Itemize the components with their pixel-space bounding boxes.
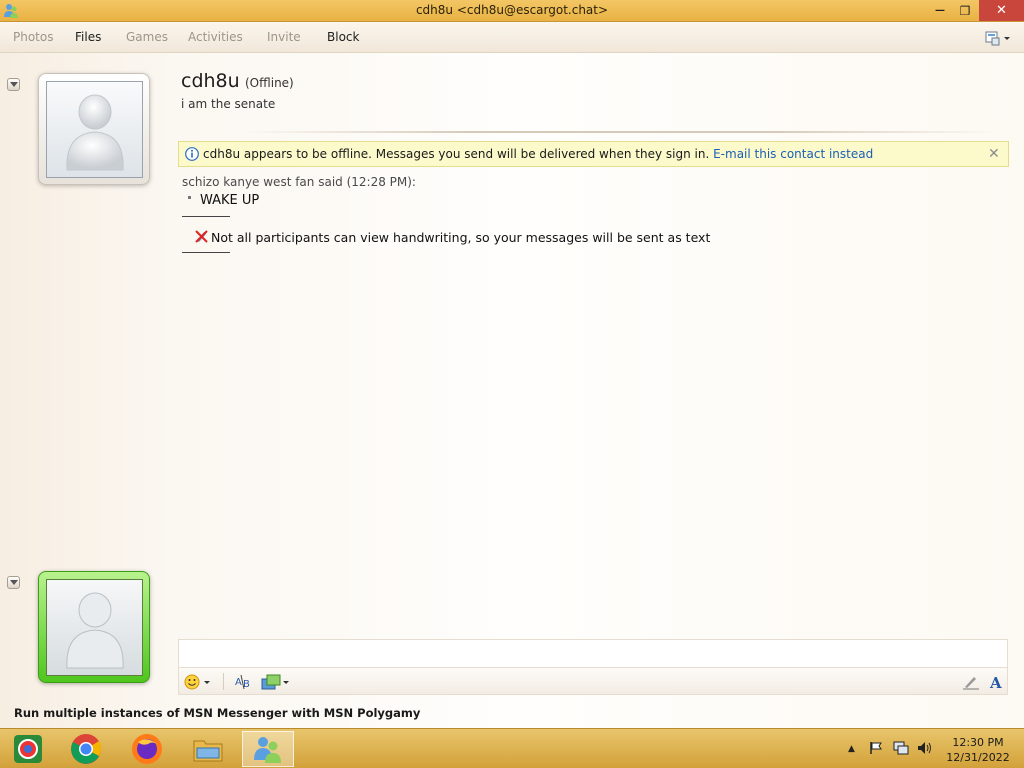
taskbar-file-explorer[interactable]: [182, 731, 234, 767]
menu-activities[interactable]: Activities: [188, 30, 243, 44]
clock-time: 12:30 PM: [952, 736, 1004, 749]
notice-separator: [182, 252, 230, 253]
collapse-contact-picture-button[interactable]: [7, 78, 20, 91]
footer-ad-text[interactable]: Run multiple instances of MSN Messenger …: [14, 706, 420, 720]
messenger-icon: [254, 737, 281, 763]
svg-text:A: A: [235, 677, 242, 688]
title-bar: cdh8u <cdh8u@escargot.chat> — ❐ ✕: [0, 0, 1024, 22]
taskbar-browser-app[interactable]: [2, 731, 54, 767]
header-divider: [240, 131, 1000, 133]
maximize-button[interactable]: ❐: [950, 0, 980, 21]
window-title: cdh8u <cdh8u@escargot.chat>: [415, 3, 609, 17]
layout-options-icon[interactable]: [984, 29, 1012, 47]
menu-games[interactable]: Games: [126, 30, 168, 44]
contact-name: cdh8u: [181, 70, 240, 92]
default-user-icon: [66, 94, 124, 171]
taskbar-firefox[interactable]: [121, 731, 173, 767]
personal-message: i am the senate: [181, 97, 276, 111]
user-placeholder-icon: [66, 592, 124, 669]
taskbar: ▲ 12:30 PM 12/31/2022: [0, 728, 1024, 768]
menu-photos[interactable]: Photos: [13, 30, 53, 44]
taskbar-messenger[interactable]: [242, 731, 294, 767]
browser-app-icon: [14, 735, 42, 763]
send-image-icon[interactable]: [261, 674, 291, 690]
handwriting-notice: Not all participants can view handwritin…: [211, 230, 711, 245]
offline-info-bar: cdh8u appears to be offline. Messages yo…: [178, 141, 1009, 167]
menu-invite[interactable]: Invite: [267, 30, 301, 44]
collapse-my-picture-button[interactable]: [7, 576, 20, 589]
dismiss-info-bar-button[interactable]: ✕: [988, 146, 1000, 162]
contact-status: (Offline): [245, 76, 294, 90]
message-input[interactable]: [178, 639, 1008, 668]
clock-date: 12/31/2022: [946, 751, 1010, 764]
offline-info-message: cdh8u appears to be offline. Messages yo…: [203, 147, 710, 161]
menu-block[interactable]: Block: [327, 30, 359, 44]
file-explorer-icon: [193, 740, 223, 762]
handwriting-warning-icon: [195, 230, 208, 243]
handwriting-mode-icon[interactable]: [962, 674, 980, 690]
close-icon: ✕: [996, 3, 1007, 18]
conversation-pane: cdh8u (Offline) i am the senate cdh8u ap…: [0, 53, 1024, 728]
taskbar-clock[interactable]: 12:30 PM 12/31/2022: [936, 735, 1020, 765]
email-contact-link[interactable]: E-mail this contact instead: [713, 147, 873, 161]
show-hidden-icons-button[interactable]: ▲: [848, 744, 855, 754]
svg-text:A: A: [989, 674, 1002, 690]
action-center-flag-icon[interactable]: [869, 741, 883, 755]
menu-files[interactable]: Files: [75, 30, 101, 44]
info-icon: [185, 147, 199, 161]
chrome-icon: [71, 734, 102, 764]
input-toolbar: A B A: [178, 667, 1008, 695]
message-bullet: [188, 196, 191, 199]
chevron-down-icon: [10, 580, 18, 585]
font-style-icon[interactable]: A: [989, 674, 1005, 690]
emoticon-picker-icon[interactable]: [184, 674, 212, 690]
my-avatar[interactable]: [38, 571, 150, 683]
spell-check-icon[interactable]: A B: [235, 674, 253, 690]
minimize-icon: —: [935, 5, 945, 16]
maximize-icon: ❐: [959, 3, 971, 18]
volume-icon[interactable]: [917, 741, 933, 755]
message-text: WAKE UP: [200, 193, 260, 208]
message-separator: [182, 216, 230, 217]
network-icon[interactable]: [893, 741, 909, 755]
message-sender-line: schizo kanye west fan said (12:28 PM):: [182, 175, 416, 189]
contact-avatar[interactable]: [38, 73, 150, 185]
taskbar-chrome[interactable]: [60, 731, 112, 767]
menu-bar: Photos Files Games Activities Invite Blo…: [0, 22, 1024, 53]
close-button[interactable]: ✕: [979, 0, 1024, 21]
chevron-down-icon: [10, 82, 18, 87]
firefox-icon: [132, 734, 162, 764]
